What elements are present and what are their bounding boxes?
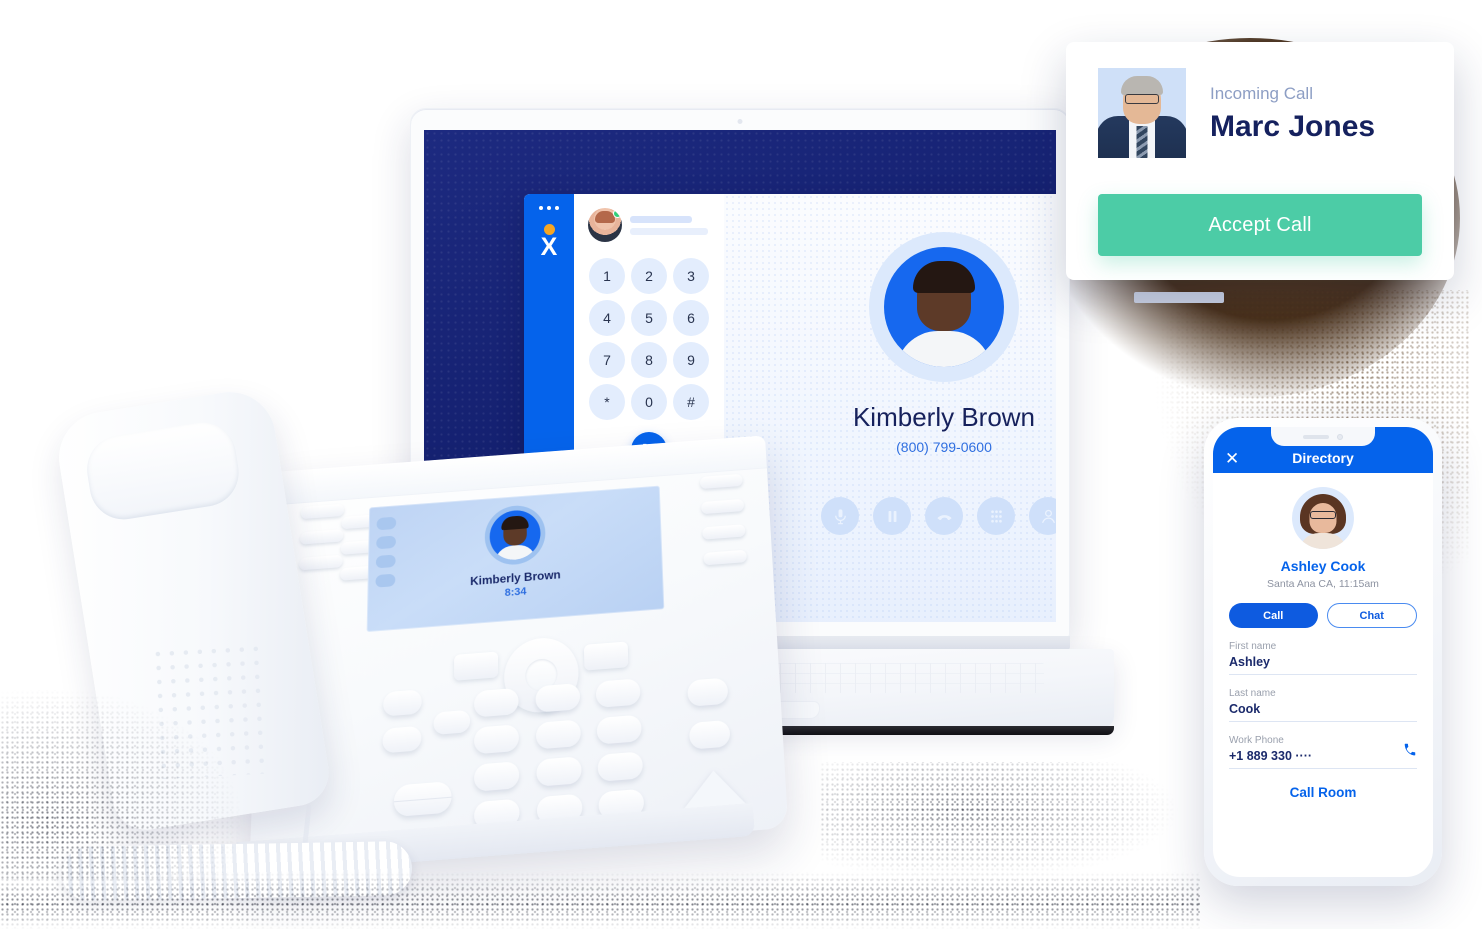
mobile-screen: ✕ Directory Ashley Cook Santa Ana CA, 11… <box>1213 427 1433 877</box>
caller-avatar-ring <box>869 232 1019 382</box>
contacts-icon[interactable] <box>1029 497 1056 535</box>
dialpad-key[interactable]: 9 <box>673 342 709 378</box>
close-icon[interactable]: ✕ <box>1225 450 1239 467</box>
desk-phone-coiled-cord <box>61 840 413 902</box>
caller-name: Kimberly Brown <box>852 402 1036 432</box>
dialpad-key[interactable]: 7 <box>589 342 625 378</box>
contact-name: Ashley Cook <box>1280 558 1366 574</box>
more-dots-icon[interactable] <box>524 206 574 210</box>
dialpad-key[interactable]: 8 <box>631 342 667 378</box>
hold-icon[interactable] <box>873 497 911 535</box>
app-logo: X <box>524 224 574 259</box>
mobile-speaker-icon <box>1303 434 1329 439</box>
call-room-link[interactable]: Call Room <box>1229 785 1417 800</box>
desk-phone-function-keys-b[interactable] <box>433 709 471 736</box>
desk-phone-volume-rocker[interactable] <box>393 781 452 818</box>
background-ui-bar <box>1134 292 1224 303</box>
desk-phone-keypad[interactable] <box>474 678 647 830</box>
desk-phone-caller-name: Kimberly Brown <box>470 567 561 589</box>
contact-location-time: Santa Ana CA, 11:15am <box>1267 578 1379 590</box>
caller-number: (800) 799-0600 <box>896 439 992 455</box>
desk-phone-function-keys-a[interactable] <box>382 689 422 754</box>
avatar <box>1098 68 1186 158</box>
desk-phone-softkey-right[interactable] <box>583 641 629 671</box>
mobile-camera-icon <box>1337 433 1343 440</box>
incoming-call-meta: Incoming Call Marc Jones <box>1210 82 1375 144</box>
desk-phone-function-keys-right[interactable] <box>687 677 731 750</box>
app-user-header <box>574 208 724 242</box>
last-name-value: Cook <box>1229 702 1261 716</box>
first-name-label: First name <box>1229 641 1277 652</box>
logo-letter: X <box>540 233 558 261</box>
laptop-camera-icon <box>737 119 743 124</box>
dialpad-key[interactable]: 2 <box>631 258 667 294</box>
incoming-call-card: Incoming Call Marc Jones Accept Call <box>1066 42 1454 280</box>
desk-phone-speaker-key[interactable] <box>682 768 746 809</box>
work-phone-label: Work Phone <box>1229 735 1284 746</box>
mute-icon[interactable] <box>821 497 859 535</box>
avatar <box>489 508 541 562</box>
presence-online-icon <box>613 209 622 218</box>
incoming-caller-name: Marc Jones <box>1210 110 1376 143</box>
desk-phone-line-keys-left[interactable] <box>299 503 345 571</box>
dialpad-key[interactable]: 3 <box>673 258 709 294</box>
caller-avatar-ring <box>484 503 546 567</box>
first-name-value: Ashley <box>1229 655 1270 669</box>
chat-button[interactable]: Chat <box>1326 603 1417 628</box>
contact-actions: Call Chat <box>1229 603 1417 628</box>
incoming-call-header: Incoming Call Marc Jones <box>1098 68 1422 158</box>
incoming-call-label: Incoming Call <box>1210 84 1313 103</box>
call-button[interactable]: Call <box>1229 603 1318 628</box>
hangup-icon[interactable] <box>925 497 963 535</box>
last-name-field[interactable]: Last name Cook <box>1229 688 1417 722</box>
background-splatter-center <box>820 762 1180 882</box>
avatar <box>884 247 1004 367</box>
montage-stage: X 1 2 3 4 5 6 7 8 9 * 0 # Kimberly Brown… <box>0 0 1482 929</box>
phone-icon[interactable] <box>1403 742 1417 761</box>
first-name-field[interactable]: First name Ashley <box>1229 641 1417 675</box>
work-phone-field[interactable]: Work Phone +1 889 330 ···· <box>1229 735 1417 769</box>
mobile-screen-title: Directory <box>1292 450 1354 466</box>
desk-phone-call-timer: 8:34 <box>504 585 527 600</box>
dialpad-key[interactable]: 1 <box>589 258 625 294</box>
desk-phone-device: Kimberly Brown 8:34 <box>34 385 789 902</box>
avatar <box>1292 487 1354 549</box>
glasses-icon <box>1310 511 1336 519</box>
keypad-icon[interactable] <box>977 497 1015 535</box>
mobile-content: Ashley Cook Santa Ana CA, 11:15am Call C… <box>1213 473 1433 800</box>
dialpad-key[interactable]: 4 <box>589 300 625 336</box>
last-name-label: Last name <box>1229 688 1276 699</box>
mobile-top-bar: ✕ Directory <box>1213 427 1433 473</box>
desk-phone-line-keys-right[interactable] <box>699 473 747 566</box>
work-phone-value: +1 889 330 ···· <box>1229 749 1313 763</box>
avatar <box>588 208 622 242</box>
user-name-placeholder <box>630 215 708 235</box>
dialpad-key[interactable]: 6 <box>673 300 709 336</box>
desk-phone-softkey-left[interactable] <box>454 651 499 681</box>
desk-phone-handset <box>52 385 334 835</box>
dialpad-key[interactable]: 5 <box>631 300 667 336</box>
call-controls <box>821 497 1056 535</box>
mobile-notch <box>1271 427 1375 446</box>
glasses-icon <box>1125 94 1159 104</box>
handset-speaker-grill <box>150 641 274 780</box>
accept-call-button[interactable]: Accept Call <box>1098 194 1422 256</box>
desk-phone-screen: Kimberly Brown 8:34 <box>366 485 665 633</box>
mobile-device: ✕ Directory Ashley Cook Santa Ana CA, 11… <box>1204 418 1442 886</box>
desk-phone-screen-line-indicators <box>375 516 397 588</box>
